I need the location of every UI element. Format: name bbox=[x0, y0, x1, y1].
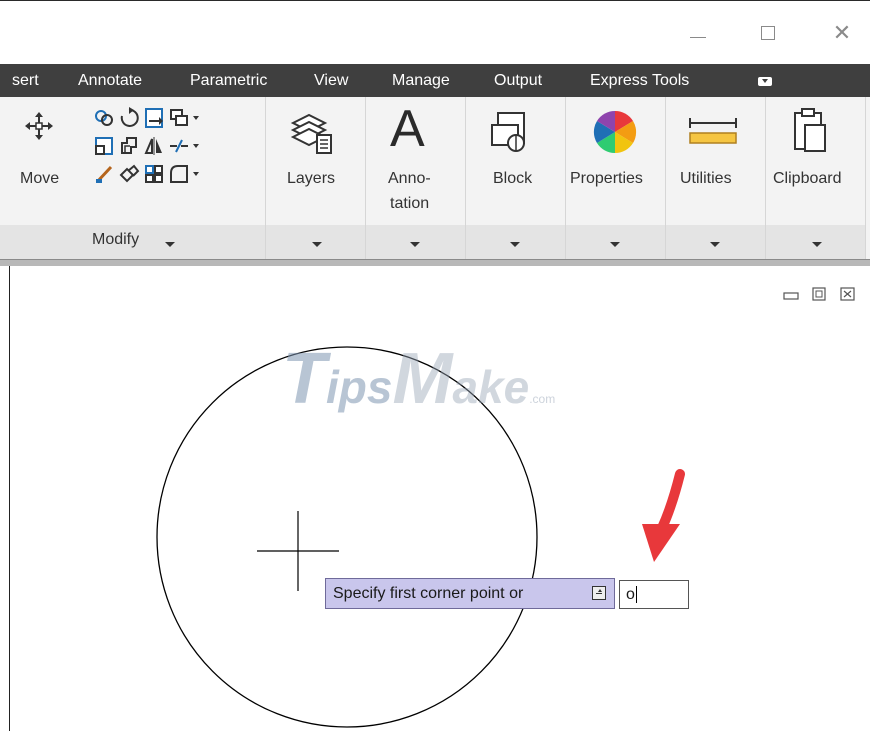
annotation-label-line-2[interactable]: tation bbox=[390, 195, 429, 213]
watermark-com: .com bbox=[529, 392, 556, 406]
maximize-icon bbox=[761, 26, 775, 40]
explode-icon[interactable] bbox=[118, 163, 140, 185]
layers-label[interactable]: Layers bbox=[287, 170, 335, 188]
chevron-down-icon[interactable] bbox=[193, 116, 199, 120]
window-title-bar: ✕ bbox=[0, 0, 870, 64]
red-arrow-icon bbox=[642, 469, 685, 562]
chevron-down-icon[interactable] bbox=[510, 242, 520, 247]
chevron-down-icon[interactable] bbox=[165, 242, 175, 247]
copy-icon[interactable] bbox=[93, 107, 115, 129]
tab-express-tools[interactable]: Express Tools bbox=[590, 64, 689, 97]
chevron-down-icon[interactable] bbox=[193, 144, 199, 148]
viewport-close-icon[interactable] bbox=[840, 287, 856, 301]
erase-icon[interactable] bbox=[93, 163, 115, 185]
maximize-button[interactable] bbox=[748, 19, 788, 47]
fillet-icon[interactable] bbox=[168, 163, 190, 185]
viewport-minimize-icon[interactable] bbox=[783, 287, 799, 301]
dynamic-input-prompt: Specify first corner point or bbox=[325, 578, 615, 609]
break-icon[interactable] bbox=[168, 135, 190, 157]
stretch-icon[interactable] bbox=[93, 135, 115, 157]
command-input-field[interactable]: o bbox=[619, 580, 689, 609]
mirror-icon[interactable] bbox=[168, 107, 190, 129]
measure-icon[interactable] bbox=[688, 117, 738, 147]
chevron-down-icon[interactable] bbox=[410, 242, 420, 247]
panel-separator bbox=[665, 97, 666, 259]
trim-icon[interactable] bbox=[143, 107, 165, 129]
canvas-left-border bbox=[9, 266, 10, 731]
annotation-icon[interactable]: A bbox=[390, 99, 425, 159]
panel-title-bar bbox=[266, 225, 866, 259]
clipboard-icon[interactable] bbox=[790, 105, 830, 155]
panel-separator bbox=[765, 97, 766, 259]
watermark-m: M bbox=[392, 339, 453, 419]
prompt-text: Specify first corner point or bbox=[333, 585, 524, 602]
annotation-label-line-1[interactable]: Anno- bbox=[388, 170, 431, 188]
tab-manage[interactable]: Manage bbox=[392, 64, 450, 97]
text-caret bbox=[635, 586, 637, 604]
move-label[interactable]: Move bbox=[20, 170, 59, 188]
offset-icon[interactable] bbox=[118, 135, 140, 157]
panel-separator bbox=[865, 97, 866, 259]
clipboard-label[interactable]: Clipboard bbox=[773, 170, 841, 188]
watermark-t: T bbox=[282, 339, 326, 419]
minimize-button[interactable] bbox=[678, 19, 718, 47]
chevron-down-icon[interactable] bbox=[710, 242, 720, 247]
command-input-value: o bbox=[626, 586, 635, 603]
panel-separator bbox=[365, 97, 366, 259]
block-label[interactable]: Block bbox=[493, 170, 532, 188]
panel-separator bbox=[265, 97, 266, 259]
modify-panel-title[interactable]: Modify bbox=[92, 231, 139, 249]
block-icon[interactable] bbox=[488, 107, 538, 157]
chevron-down-icon[interactable] bbox=[812, 242, 822, 247]
options-down-arrow-icon[interactable] bbox=[592, 586, 606, 600]
array-icon[interactable] bbox=[143, 163, 165, 185]
ribbon: Move Modify Layers A Anno- tation Block … bbox=[0, 97, 870, 259]
tab-output[interactable]: Output bbox=[494, 64, 542, 97]
tab-annotate[interactable]: Annotate bbox=[78, 64, 142, 97]
ribbon-tab-bar: sert Annotate Parametric View Manage Out… bbox=[0, 64, 870, 97]
chevron-down-icon[interactable] bbox=[193, 172, 199, 176]
tipsmake-watermark-logo: TipsMake.com bbox=[282, 338, 555, 420]
ribbon-bottom-edge bbox=[0, 259, 870, 266]
tab-insert[interactable]: sert bbox=[12, 64, 39, 97]
mirror-axis-icon[interactable] bbox=[143, 135, 165, 157]
color-wheel-icon[interactable] bbox=[590, 107, 640, 157]
watermark-ake: ake bbox=[452, 361, 530, 413]
ribbon-minimize-toggle-icon[interactable] bbox=[758, 77, 772, 86]
minimize-icon bbox=[690, 37, 706, 38]
panel-separator bbox=[565, 97, 566, 259]
move-icon[interactable] bbox=[24, 111, 54, 141]
properties-label[interactable]: Properties bbox=[570, 170, 643, 188]
watermark-ips: ips bbox=[325, 361, 393, 413]
drawing-canvas[interactable] bbox=[0, 266, 870, 731]
chevron-down-icon[interactable] bbox=[312, 242, 322, 247]
utilities-label[interactable]: Utilities bbox=[680, 170, 732, 188]
tab-parametric[interactable]: Parametric bbox=[190, 64, 267, 97]
close-icon: ✕ bbox=[832, 20, 852, 45]
tab-view[interactable]: View bbox=[314, 64, 348, 97]
chevron-down-icon[interactable] bbox=[610, 242, 620, 247]
viewport-restore-icon[interactable] bbox=[811, 287, 827, 301]
layers-icon[interactable] bbox=[287, 107, 337, 157]
panel-separator bbox=[465, 97, 466, 259]
rotate-icon[interactable] bbox=[118, 107, 140, 129]
close-button[interactable]: ✕ bbox=[822, 19, 862, 47]
